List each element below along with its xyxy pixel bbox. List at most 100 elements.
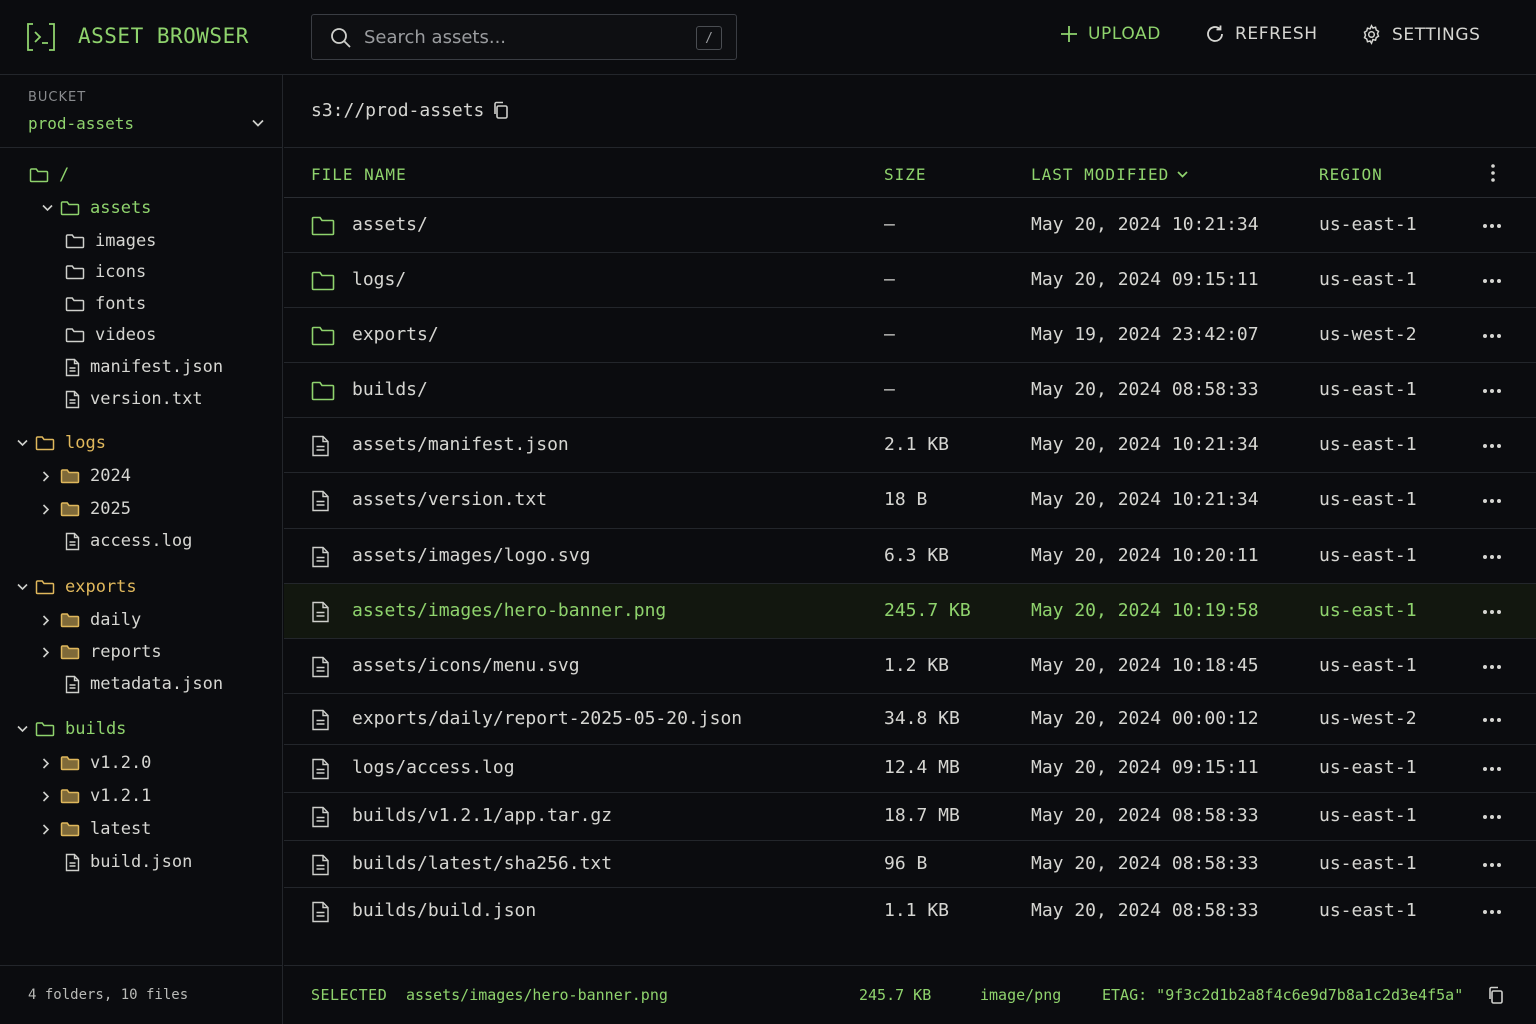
file-name[interactable]: logs/ (352, 269, 406, 290)
file-row[interactable]: assets/manifest.json 2.1 KB May 20, 2024 1… (284, 418, 1536, 473)
chevron-right-icon[interactable] (42, 470, 60, 482)
tree-item-daily[interactable]: daily (42, 608, 141, 632)
more-actions-icon[interactable] (1482, 388, 1502, 394)
tree-item-fonts[interactable]: fonts (65, 292, 146, 316)
tree-item-[interactable]: / (29, 163, 69, 187)
file-name[interactable]: builds/v1.2.1/app.tar.gz (352, 805, 612, 826)
tree-item-metadata-json[interactable]: metadata.json (65, 672, 223, 696)
file-name[interactable]: builds/build.json (352, 900, 536, 921)
refresh-button[interactable]: REFRESH (1205, 24, 1318, 44)
file-icon (311, 854, 330, 876)
region: us-east-1 (1319, 379, 1417, 400)
tree-item-exports[interactable]: exports (17, 575, 137, 599)
tree-item-label: metadata.json (90, 674, 224, 694)
tree-item-assets[interactable]: assets (42, 196, 151, 220)
file-name[interactable]: builds/latest/sha256.txt (352, 853, 612, 874)
more-actions-icon[interactable] (1482, 609, 1502, 615)
bucket-selector[interactable]: BUCKET prod-assets (0, 75, 283, 148)
folder-icon (35, 721, 55, 737)
tree-item-build-json[interactable]: build.json (65, 850, 192, 874)
tree-item-reports[interactable]: reports (42, 640, 162, 664)
search-input[interactable] (364, 23, 684, 51)
chevron-down-icon[interactable] (17, 583, 35, 591)
chevron-down-icon[interactable] (17, 439, 35, 447)
chevron-right-icon[interactable] (42, 823, 60, 835)
file-name[interactable]: assets/icons/menu.svg (352, 655, 580, 676)
chevron-right-icon[interactable] (42, 614, 60, 626)
more-actions-icon[interactable] (1482, 223, 1502, 229)
chevron-right-icon[interactable] (42, 790, 60, 802)
more-actions-icon[interactable] (1482, 862, 1502, 868)
tree-item-videos[interactable]: videos (65, 323, 156, 347)
chevron-right-icon[interactable] (42, 646, 60, 658)
folder-icon (60, 200, 80, 216)
copy-etag-icon[interactable] (1487, 986, 1504, 1005)
column-header-name[interactable]: FILE NAME (311, 165, 407, 184)
file-row[interactable]: assets/version.txt 18 B May 20, 2024 10:21… (284, 473, 1536, 529)
column-options-icon[interactable] (1484, 163, 1502, 183)
file-row[interactable]: logs/access.log 12.4 MB May 20, 2024 09:15… (284, 745, 1536, 793)
search-box[interactable]: / (311, 14, 737, 60)
tree-item-2024[interactable]: 2024 (42, 464, 131, 488)
folder-row[interactable]: assets/ – May 20, 2024 10:21:34 us-east-1 (284, 198, 1536, 253)
tree-item-2025[interactable]: 2025 (42, 497, 131, 521)
folder-row[interactable]: logs/ – May 20, 2024 09:15:11 us-east-1 (284, 253, 1536, 308)
file-row[interactable]: builds/v1.2.1/app.tar.gz 18.7 MB May 20, 2… (284, 793, 1536, 841)
tree-item-access-log[interactable]: access.log (65, 529, 192, 553)
chevron-down-icon[interactable] (42, 204, 60, 212)
file-row[interactable]: builds/latest/sha256.txt 96 B May 20, 2024… (284, 841, 1536, 888)
file-name[interactable]: exports/daily/report-2025-05-20.json (352, 708, 742, 729)
file-name[interactable]: assets/images/logo.svg (352, 545, 590, 566)
more-actions-icon[interactable] (1482, 909, 1502, 915)
tree-item-logs[interactable]: logs (17, 431, 106, 455)
tree-item-images[interactable]: images (65, 229, 156, 253)
file-name[interactable]: builds/ (352, 379, 428, 400)
more-actions-icon[interactable] (1482, 443, 1502, 449)
file-row[interactable]: assets/images/logo.svg 6.3 KB May 20, 2024… (284, 529, 1536, 584)
tree-item-icons[interactable]: icons (65, 260, 146, 284)
chevron-right-icon[interactable] (42, 503, 60, 515)
refresh-label: REFRESH (1235, 24, 1318, 44)
tree-item-v1-2-0[interactable]: v1.2.0 (42, 751, 151, 775)
file-name[interactable]: logs/access.log (352, 757, 515, 778)
settings-button[interactable]: SETTINGS (1361, 24, 1481, 45)
tree-item-v1-2-1[interactable]: v1.2.1 (42, 784, 151, 808)
file-row[interactable]: builds/build.json 1.1 KB May 20, 2024 08:5… (284, 888, 1536, 935)
file-row[interactable]: assets/icons/menu.svg 1.2 KB May 20, 2024 … (284, 639, 1536, 694)
file-row[interactable]: assets/images/hero-banner.png 245.7 KB May… (284, 584, 1536, 639)
copy-path-icon[interactable] (492, 101, 509, 120)
tree-item-latest[interactable]: latest (42, 817, 151, 841)
file-name[interactable]: assets/version.txt (352, 489, 547, 510)
more-actions-icon[interactable] (1482, 814, 1502, 820)
tree-item-builds[interactable]: builds (17, 717, 126, 741)
file-name[interactable]: assets/ (352, 214, 428, 235)
chevron-right-icon[interactable] (42, 757, 60, 769)
upload-button[interactable]: UPLOAD (1060, 24, 1161, 44)
last-modified: May 20, 2024 09:15:11 (1031, 757, 1259, 778)
file-size: 1.2 KB (884, 655, 950, 676)
more-actions-icon[interactable] (1482, 664, 1502, 670)
column-header-size[interactable]: SIZE (884, 165, 927, 184)
more-actions-icon[interactable] (1482, 717, 1502, 723)
file-name[interactable]: assets/images/hero-banner.png (352, 600, 666, 621)
more-actions-icon[interactable] (1482, 498, 1502, 504)
more-actions-icon[interactable] (1482, 333, 1502, 339)
folder-row[interactable]: exports/ – May 19, 2024 23:42:07 us-west-2 (284, 308, 1536, 363)
tree-item-version-txt[interactable]: version.txt (65, 387, 203, 411)
last-modified: May 20, 2024 08:58:33 (1031, 379, 1259, 400)
column-header-region[interactable]: REGION (1319, 165, 1383, 184)
file-name[interactable]: assets/manifest.json (352, 434, 569, 455)
tree-item-manifest-json[interactable]: manifest.json (65, 355, 223, 379)
more-actions-icon[interactable] (1482, 554, 1502, 560)
folder-row[interactable]: builds/ – May 20, 2024 08:58:33 us-east-1 (284, 363, 1536, 418)
more-actions-icon[interactable] (1482, 278, 1502, 284)
folder-icon (35, 435, 55, 451)
column-header-modified[interactable]: LAST MODIFIED (1031, 165, 1188, 184)
file-icon (311, 709, 330, 731)
file-name[interactable]: exports/ (352, 324, 439, 345)
more-actions-icon[interactable] (1482, 766, 1502, 772)
file-row[interactable]: exports/daily/report-2025-05-20.json 34.8… (284, 694, 1536, 745)
region: us-east-1 (1319, 757, 1417, 778)
region: us-west-2 (1319, 324, 1417, 345)
chevron-down-icon[interactable] (17, 725, 35, 733)
